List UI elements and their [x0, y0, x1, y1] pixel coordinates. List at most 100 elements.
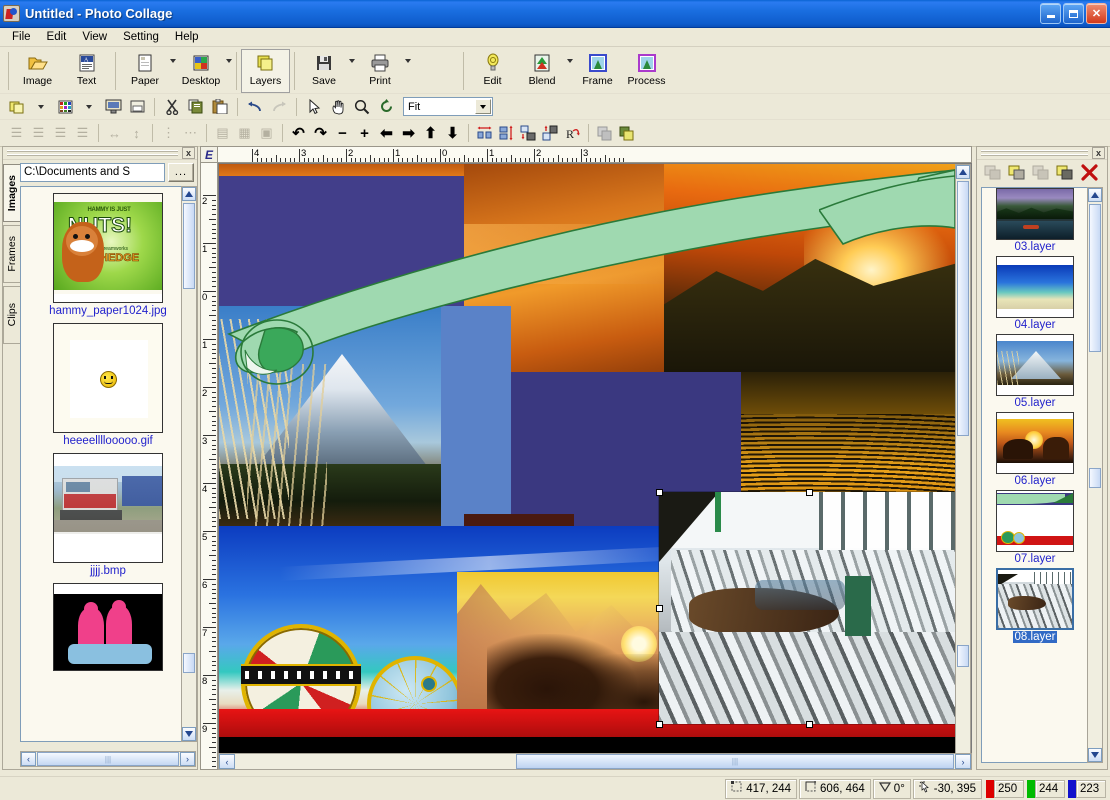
selected-layer-fish[interactable] — [659, 492, 955, 724]
menu-item-edit[interactable]: Edit — [39, 29, 75, 45]
align-bottom-icon[interactable]: ☰ — [72, 123, 93, 144]
layers-vertical-scrollbar[interactable] — [1087, 187, 1103, 763]
toolbar-button-save[interactable]: Save — [299, 49, 355, 93]
arrow-up-icon[interactable]: ⬆ — [420, 123, 441, 144]
chevron-down-icon[interactable] — [405, 59, 411, 63]
tab-clips[interactable]: Clips — [3, 286, 20, 344]
browse-button[interactable]: ... — [168, 163, 194, 182]
scroll-left-button[interactable]: ‹ — [21, 752, 36, 766]
scrollbar-thumb[interactable]: ||| — [37, 752, 179, 766]
zoom-level-combo[interactable]: Fit — [403, 97, 493, 116]
rotate-refresh-icon[interactable] — [375, 96, 397, 117]
scroll-down-button[interactable] — [1088, 748, 1102, 762]
bring-forward-icon[interactable] — [616, 123, 637, 144]
scrollbar-thumb[interactable] — [1089, 204, 1101, 352]
selection-handle-w[interactable] — [656, 605, 663, 612]
scrollbar-thumb-secondary[interactable] — [957, 645, 969, 667]
toolbar-button-text[interactable]: A Text — [62, 49, 111, 93]
center-v-icon[interactable]: ⋯ — [180, 123, 201, 144]
presentation-icon[interactable] — [102, 96, 124, 117]
plus-icon[interactable]: + — [354, 123, 375, 144]
arrow-right-icon[interactable]: ➡ — [398, 123, 419, 144]
toolbar-button-image[interactable]: Image — [13, 49, 62, 93]
paste-icon[interactable] — [209, 96, 231, 117]
scroll-up-button[interactable] — [182, 187, 196, 201]
scroll-up-button[interactable] — [956, 165, 970, 179]
toolbar-button-edit[interactable]: Edit — [468, 49, 517, 93]
close-button[interactable]: ✕ — [1086, 3, 1107, 24]
list-item[interactable]: 06.layer — [985, 412, 1085, 487]
merge-layer-disabled-icon[interactable] — [1032, 164, 1051, 181]
grid-color-dropdown[interactable] — [78, 96, 100, 117]
selection-handle-nw[interactable] — [656, 489, 663, 496]
toolbar-button-desktop[interactable]: Desktop — [176, 49, 232, 93]
delete-layer-icon[interactable] — [1080, 163, 1099, 181]
send-backward-icon[interactable] — [594, 123, 615, 144]
hand-pan-icon[interactable] — [327, 96, 349, 117]
flip-horizontal-icon[interactable] — [474, 123, 495, 144]
scroll-right-button[interactable]: › — [955, 754, 971, 769]
folder-path-input[interactable]: C:\Documents and S — [20, 163, 165, 182]
fit-both-icon[interactable]: ▣ — [256, 123, 277, 144]
align-left-icon[interactable]: ☰ — [6, 123, 27, 144]
arrow-down-icon[interactable]: ⬇ — [442, 123, 463, 144]
list-item[interactable]: 04.layer — [985, 256, 1085, 331]
copy-icon[interactable] — [185, 96, 207, 117]
menu-item-help[interactable]: Help — [167, 29, 207, 45]
grid-color-icon[interactable] — [54, 96, 76, 117]
fit-width-icon[interactable]: ▤ — [212, 123, 233, 144]
list-item[interactable] — [29, 583, 187, 673]
chevron-down-icon[interactable] — [475, 99, 491, 114]
cut-scissors-icon[interactable] — [161, 96, 183, 117]
canvas-viewport[interactable] — [218, 163, 972, 770]
scrollbar-thumb[interactable] — [957, 181, 969, 436]
swap-layer-front-icon[interactable] — [540, 123, 561, 144]
selection-handle-s[interactable] — [806, 721, 813, 728]
maximize-button[interactable] — [1063, 3, 1084, 24]
new-layer-dropdown[interactable] — [30, 96, 52, 117]
align-top-icon[interactable]: ☰ — [50, 123, 71, 144]
new-layer-icon[interactable] — [6, 96, 28, 117]
chevron-down-icon[interactable] — [226, 59, 232, 63]
scroll-up-button[interactable] — [1088, 188, 1102, 202]
menu-item-setting[interactable]: Setting — [115, 29, 167, 45]
toolbar-button-layers[interactable]: Layers — [241, 49, 290, 93]
duplicate-layer-disabled-icon[interactable] — [984, 164, 1003, 181]
distribute-v-icon[interactable]: ↕ — [126, 123, 147, 144]
scroll-left-button[interactable]: ‹ — [219, 754, 235, 769]
toolbar-button-frame[interactable]: Frame — [573, 49, 622, 93]
canvas-vertical-scrollbar[interactable] — [955, 164, 971, 769]
images-vertical-scrollbar[interactable] — [181, 186, 197, 742]
rotate-free-icon[interactable]: R — [562, 123, 583, 144]
list-item[interactable]: jjjj.bmp — [29, 453, 187, 577]
align-center-h-icon[interactable]: ☰ — [28, 123, 49, 144]
fit-height-icon[interactable]: ▦ — [234, 123, 255, 144]
selection-handle-sw[interactable] — [656, 721, 663, 728]
panel-drag-grip[interactable]: x — [3, 147, 197, 160]
window-icon[interactable] — [126, 96, 148, 117]
group-layer-icon[interactable] — [1056, 164, 1075, 181]
tab-frames[interactable]: Frames — [3, 225, 20, 283]
tab-images[interactable]: Images — [3, 164, 20, 222]
swap-layer-back-icon[interactable] — [518, 123, 539, 144]
panel-drag-grip[interactable]: x — [977, 147, 1107, 160]
list-item[interactable]: heeeellllooooo.gif — [29, 323, 187, 447]
list-item[interactable]: HAMMY IS JUST NUTS! HEDGE Dreamworks ham… — [29, 193, 187, 317]
list-item[interactable]: 05.layer — [985, 334, 1085, 409]
minus-icon[interactable]: − — [332, 123, 353, 144]
rotate-cw-icon[interactable]: ↷ — [310, 123, 331, 144]
layer-list[interactable]: 03.layer 04.layer 05.layer 06.layer 07.l… — [981, 187, 1089, 763]
scrollbar-thumb[interactable] — [183, 203, 195, 289]
scroll-track-left[interactable] — [235, 754, 515, 769]
scroll-right-button[interactable]: › — [180, 752, 195, 766]
flip-vertical-icon[interactable] — [496, 123, 517, 144]
redo-icon[interactable] — [268, 96, 290, 117]
undo-icon[interactable] — [244, 96, 266, 117]
images-horizontal-scrollbar[interactable]: ‹ ||| › — [20, 751, 196, 767]
magnifier-zoom-icon[interactable] — [351, 96, 373, 117]
menu-item-file[interactable]: File — [4, 29, 39, 45]
canvas-horizontal-scrollbar[interactable]: ‹ ||| › — [218, 753, 972, 770]
toolbar-button-blend[interactable]: Blend — [517, 49, 573, 93]
scrollbar-thumb-secondary[interactable] — [1089, 468, 1101, 488]
list-item[interactable]: 07.layer — [985, 490, 1085, 565]
